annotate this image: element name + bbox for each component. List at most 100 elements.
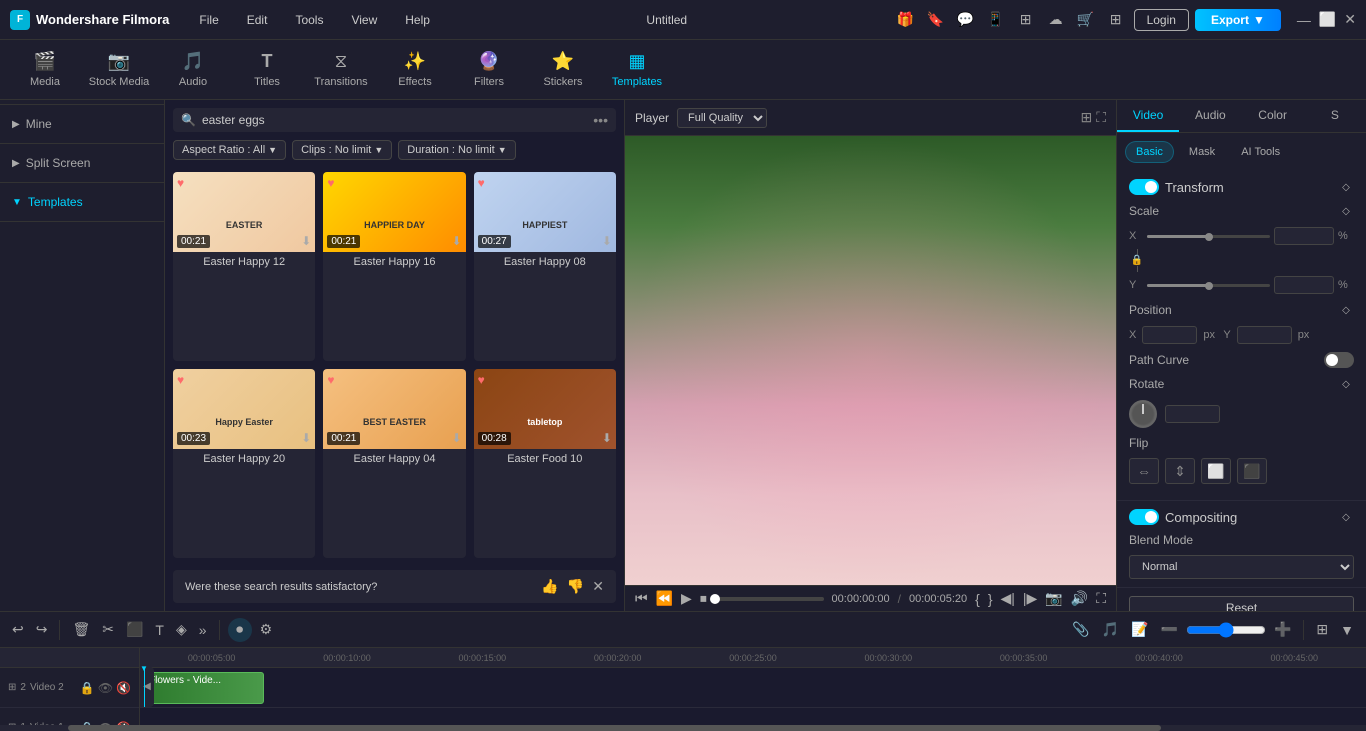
tl-crop-button[interactable]: ⬛ — [122, 619, 147, 640]
flip-vertical-button[interactable]: ⇕ — [1165, 458, 1195, 484]
tl-text-button[interactable]: T — [151, 620, 168, 640]
prev-frame-button[interactable]: ◀| — [1001, 590, 1015, 607]
feedback-icon[interactable]: 💬 — [954, 8, 978, 32]
filter-aspect-ratio[interactable]: Aspect Ratio : All ▼ — [173, 140, 286, 160]
layout-icon[interactable]: ⊞ — [1014, 8, 1038, 32]
tab-video[interactable]: Video — [1117, 100, 1179, 132]
tl-zoom-slider[interactable] — [1186, 622, 1266, 638]
pos-y-input[interactable]: 0.00 — [1237, 326, 1292, 344]
video2-eye-icon[interactable]: 👁 — [98, 681, 113, 695]
template-card-2[interactable]: ♥ HAPPIER DAY 00:21 ⬇ Easter Happy 16 — [323, 172, 465, 361]
skip-back-button[interactable]: ⏮ — [635, 590, 648, 607]
tl-grid-button[interactable]: ⊞ — [1312, 619, 1332, 640]
tl-clip-button[interactable]: 📎 — [1068, 619, 1093, 640]
compositing-keyframe-button[interactable]: ◇ — [1338, 509, 1354, 525]
tab-audio[interactable]: Audio — [1179, 100, 1241, 132]
tl-plus-button[interactable]: ➕ — [1270, 619, 1295, 640]
flip-horizontal-button[interactable]: ⇔ — [1129, 458, 1159, 484]
filter-duration[interactable]: Duration : No limit ▼ — [398, 140, 515, 160]
search-input[interactable] — [202, 113, 587, 127]
subtab-mask[interactable]: Mask — [1178, 141, 1226, 163]
download-icon-3[interactable]: ⬇ — [602, 234, 612, 248]
download-icon-1[interactable]: ⬇ — [301, 234, 311, 248]
scale-link-icon[interactable]: 🔒 — [1131, 255, 1143, 266]
tl-cut-button[interactable]: ✂ — [98, 619, 118, 640]
out-point-button[interactable]: } — [988, 591, 993, 607]
template-card-6[interactable]: ♥ tabletop 00:28 ⬇ Easter Food 10 — [474, 369, 616, 558]
download-icon-5[interactable]: ⬇ — [452, 431, 462, 445]
satisfaction-close-button[interactable]: ✕ — [592, 578, 604, 595]
quality-select[interactable]: Full Quality 1/2 Quality 1/4 Quality — [677, 108, 767, 128]
download-icon-4[interactable]: ⬇ — [301, 431, 311, 445]
template-card-4[interactable]: ♥ Happy Easter 00:23 ⬇ Easter Happy 20 — [173, 369, 315, 558]
tool-transitions[interactable]: ⧖ Transitions — [306, 42, 376, 98]
tl-more-button[interactable]: » — [195, 620, 211, 640]
fullscreen-icon[interactable]: ⛶ — [1096, 109, 1106, 126]
scale-x-track[interactable] — [1147, 235, 1270, 238]
tab-color[interactable]: Color — [1242, 100, 1304, 132]
download-icon-6[interactable]: ⬇ — [602, 431, 612, 445]
thumbs-down-button[interactable]: 👎 — [567, 578, 584, 595]
reset-button[interactable]: Reset — [1129, 596, 1354, 611]
stop-button[interactable]: ⏹ — [700, 590, 707, 607]
subtab-ai-tools[interactable]: AI Tools — [1230, 141, 1291, 163]
tl-delete-button[interactable]: 🗑 — [68, 619, 94, 640]
cloud-icon[interactable]: ☁ — [1044, 8, 1068, 32]
maximize-button[interactable]: ⬜ — [1319, 11, 1336, 28]
tl-chevron-button[interactable]: ▼ — [1336, 620, 1358, 640]
scale-keyframe-button[interactable]: ◇ — [1338, 203, 1354, 219]
tool-media[interactable]: 🎬 Media — [10, 42, 80, 98]
menu-help[interactable]: Help — [395, 9, 440, 31]
tool-effects[interactable]: ✨ Effects — [380, 42, 450, 98]
tl-subtitle-button[interactable]: 📝 — [1127, 619, 1152, 640]
snapshot-button[interactable]: 📷 — [1045, 590, 1062, 607]
rotate-keyframe-button[interactable]: ◇ — [1338, 376, 1354, 392]
login-button[interactable]: Login — [1134, 9, 1189, 31]
template-card-5[interactable]: ♥ BEST EASTER 00:21 ⬇ Easter Happy 04 — [323, 369, 465, 558]
tool-stickers[interactable]: ⭐ Stickers — [528, 42, 598, 98]
pos-x-input[interactable]: 0.00 — [1142, 326, 1197, 344]
close-button[interactable]: ✕ — [1344, 11, 1356, 28]
subtab-basic[interactable]: Basic — [1125, 141, 1174, 163]
tab-s[interactable]: S — [1304, 100, 1366, 132]
tl-audio-button[interactable]: 🎵 — [1098, 619, 1123, 640]
menu-edit[interactable]: Edit — [237, 9, 278, 31]
tool-stock-media[interactable]: 📷 Stock Media — [84, 42, 154, 98]
tool-filters[interactable]: 🔮 Filters — [454, 42, 524, 98]
volume-button[interactable]: 🔊 — [1071, 590, 1088, 607]
store-icon[interactable]: 🛒 — [1074, 8, 1098, 32]
tl-undo-button[interactable]: ↩ — [8, 619, 28, 640]
menu-view[interactable]: View — [341, 9, 387, 31]
search-more-icon[interactable]: ••• — [593, 112, 608, 128]
tl-redo-button[interactable]: ↪ — [32, 619, 52, 640]
transform-keyframe-button[interactable]: ◇ — [1338, 179, 1354, 195]
next-frame-button[interactable]: |▶ — [1023, 590, 1037, 607]
flip-option4-button[interactable]: ⬛ — [1237, 458, 1267, 484]
transform-toggle[interactable] — [1129, 179, 1159, 195]
tl-minus-button[interactable]: ➖ — [1157, 619, 1182, 640]
scale-x-input[interactable]: 100.00 — [1274, 227, 1334, 245]
minimize-button[interactable]: — — [1297, 12, 1311, 28]
tool-audio[interactable]: 🎵 Audio — [158, 42, 228, 98]
rotate-input[interactable]: 0.00° — [1165, 405, 1220, 423]
frame-back-button[interactable]: ⏪ — [656, 590, 673, 607]
left-section-mine[interactable]: ▶ Mine — [0, 109, 164, 139]
device-icon[interactable]: 📱 — [984, 8, 1008, 32]
menu-tools[interactable]: Tools — [285, 9, 333, 31]
grid-view-icon[interactable]: ⊞ — [1080, 109, 1092, 126]
rotate-wheel[interactable] — [1129, 400, 1157, 428]
in-point-button[interactable]: { — [975, 591, 980, 607]
compositing-toggle[interactable] — [1129, 509, 1159, 525]
track-clip-video2[interactable]: Flowers - Vide... — [144, 672, 264, 704]
progress-bar[interactable] — [715, 597, 824, 601]
bookmark-icon[interactable]: 🔖 — [924, 8, 948, 32]
fullscreen-btn[interactable]: ⛶ — [1096, 590, 1106, 607]
left-section-templates[interactable]: ▼ Templates — [0, 187, 164, 217]
gift-icon[interactable]: 🎁 — [894, 8, 918, 32]
menu-file[interactable]: File — [189, 9, 228, 31]
filter-clips[interactable]: Clips : No limit ▼ — [292, 140, 392, 160]
tool-titles[interactable]: T Titles — [232, 42, 302, 98]
thumbs-up-button[interactable]: 👍 — [541, 578, 558, 595]
download-icon-2[interactable]: ⬇ — [452, 234, 462, 248]
path-curve-toggle[interactable] — [1324, 352, 1354, 368]
